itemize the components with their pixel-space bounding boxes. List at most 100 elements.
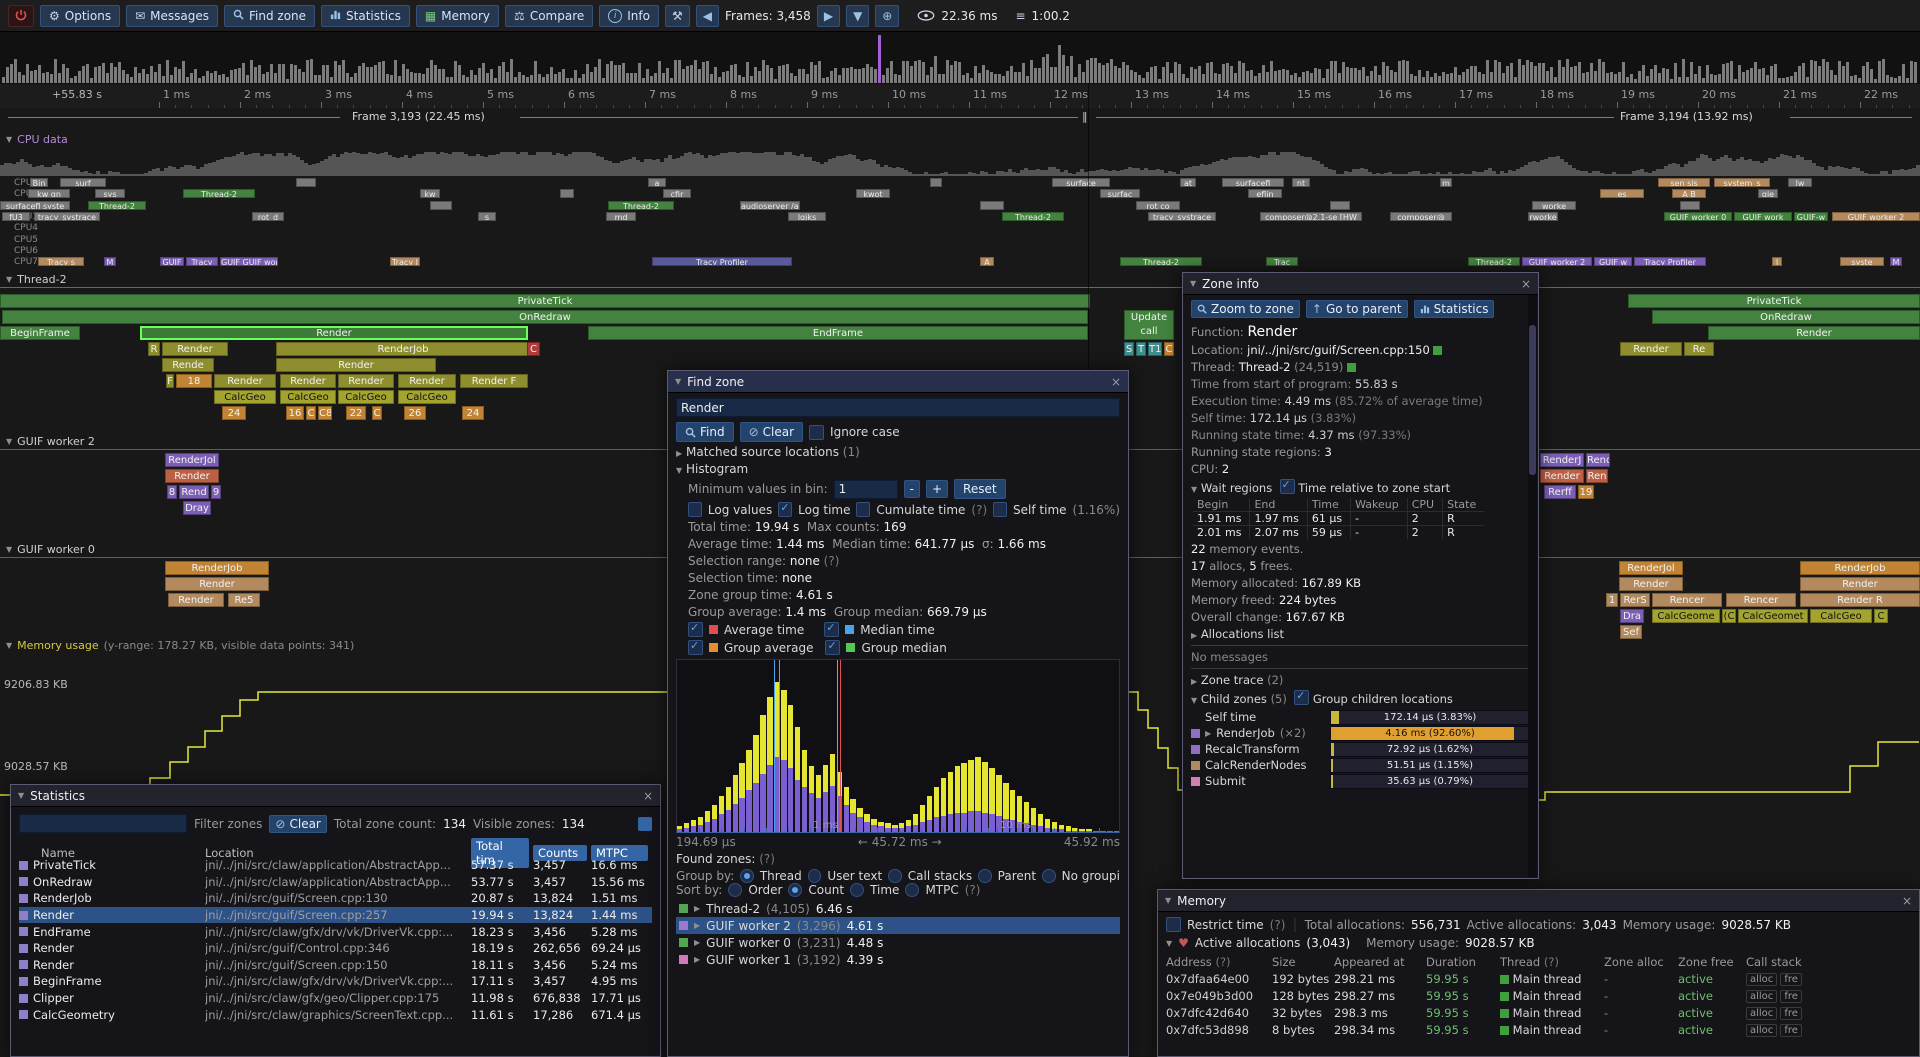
timeline-zone[interactable]: 19 bbox=[1578, 485, 1594, 499]
found-zone-group[interactable]: ▶GUIF worker 1(3,192)4.39 s bbox=[676, 951, 1120, 968]
timeline-zone[interactable]: Update call bbox=[1124, 310, 1174, 340]
memory-allocation-row[interactable]: 0x7dfc42d64032 bytes298.3 ms59.95 s Main… bbox=[1166, 1004, 1911, 1021]
cpu-segment[interactable]: kw gn bbox=[28, 189, 70, 198]
timeline-zone[interactable]: T1 bbox=[1148, 342, 1162, 356]
statistics-row[interactable]: OnRedrawjni/../jni/src/claw/application/… bbox=[19, 874, 652, 891]
cpu-segment[interactable]: rot_d bbox=[252, 212, 284, 221]
cpu-segment[interactable]: Thread-2 bbox=[183, 189, 255, 198]
timeline-zone[interactable]: PrivateTick bbox=[0, 294, 1090, 308]
timeline-zone[interactable]: 26 bbox=[404, 406, 426, 420]
timeline-zone[interactable]: Render bbox=[280, 374, 336, 388]
find-zone-histogram[interactable]: 1 ms10 ms bbox=[676, 659, 1120, 833]
expand-icon[interactable]: ▶ bbox=[676, 449, 682, 458]
timeline-zone[interactable]: F bbox=[166, 374, 174, 388]
timeline-zone[interactable]: CalcGeo bbox=[398, 390, 456, 404]
cpu-segment[interactable]: composer@2.1-se [HW bbox=[1260, 212, 1362, 221]
memory-allocation-row[interactable]: 0x7dfc53d8988 bytes298.34 ms59.95 s Main… bbox=[1166, 1021, 1911, 1038]
statistics-row[interactable]: RenderJobjni/../jni/src/guif/Screen.cpp:… bbox=[19, 890, 652, 907]
cpu-segment[interactable]: system_s bbox=[1714, 178, 1770, 187]
frame-overview-strip[interactable] bbox=[0, 32, 1920, 85]
cpu-segment[interactable]: m bbox=[1440, 178, 1452, 187]
zone-info-titlebar[interactable]: ▼ Zone info × bbox=[1183, 273, 1538, 295]
memory-button[interactable]: ▦Memory bbox=[416, 5, 499, 27]
collapse-icon[interactable]: ▼ bbox=[1191, 485, 1197, 494]
cpu-segment[interactable]: fU3 bbox=[2, 212, 30, 221]
cpu-segment[interactable]: tracy_systrace bbox=[1148, 212, 1216, 221]
timeline-zone[interactable]: RerS bbox=[1620, 593, 1650, 607]
cpu-segment[interactable]: surfacefl bbox=[1222, 178, 1284, 187]
cpu-segment[interactable] bbox=[430, 201, 452, 210]
memory-usage-header[interactable]: ▼ Memory usage (y-range: 178.27 KB, visi… bbox=[6, 639, 354, 652]
power-button[interactable] bbox=[8, 5, 34, 27]
statistics-row[interactable]: Clipperjni/../jni/src/claw/gfx/geo/Clipp… bbox=[19, 990, 652, 1007]
cpu-segment[interactable]: GUIF-w bbox=[1794, 212, 1828, 221]
cpu-segment[interactable]: GUIF w bbox=[1594, 257, 1632, 266]
cpu-segment[interactable]: at bbox=[1180, 178, 1196, 187]
timeline-zone[interactable]: 24 bbox=[462, 406, 484, 420]
timeline-zone[interactable]: OnRedraw bbox=[2, 310, 1088, 324]
collapse-icon[interactable]: ▼ bbox=[6, 437, 12, 446]
group-median-legend-checkbox[interactable] bbox=[825, 640, 840, 655]
relative-time-checkbox[interactable] bbox=[1280, 479, 1295, 494]
cpu-segment[interactable] bbox=[980, 201, 1004, 210]
collapse-icon[interactable]: ▼ bbox=[6, 275, 12, 284]
timeline-zone[interactable]: RenderJ bbox=[1540, 453, 1584, 467]
cpu-segment[interactable]: surf bbox=[60, 178, 106, 187]
timeline-zone[interactable]: C8 bbox=[318, 406, 332, 420]
thread-color-button[interactable] bbox=[1347, 363, 1356, 372]
cpu-segment[interactable]: s bbox=[478, 212, 496, 221]
log-values-checkbox[interactable] bbox=[688, 502, 702, 517]
memory-allocation-row[interactable]: 0x7dfaa64e00192 bytes298.21 ms59.95 s Ma… bbox=[1166, 970, 1911, 987]
memory-column-header[interactable]: Address (?) bbox=[1166, 955, 1272, 969]
cpu-segment[interactable]: Thread-2 bbox=[1120, 257, 1202, 266]
statistics-row[interactable]: EndFramejni/../jni/src/claw/gfx/drv/vk/D… bbox=[19, 923, 652, 940]
memory-column-header[interactable]: Appeared at bbox=[1334, 955, 1426, 969]
timeline-zone[interactable]: Rencer bbox=[1652, 593, 1722, 607]
collapse-icon[interactable]: ▼ bbox=[1190, 279, 1196, 288]
frame-markers-row[interactable]: Frame 3,193 (22.45 ms) ‖ Frame 3,194 (13… bbox=[0, 108, 1920, 127]
cpu-segment[interactable]: eflin bbox=[1248, 189, 1282, 198]
cpu-segment[interactable]: GUIF GUIF wor bbox=[220, 257, 278, 266]
self-time-checkbox[interactable] bbox=[993, 502, 1007, 517]
find-zone-button[interactable]: Find zone bbox=[224, 5, 315, 27]
timeline-zone[interactable]: Ren bbox=[1586, 469, 1608, 483]
cpu-segment[interactable]: composer@ bbox=[1390, 212, 1452, 221]
child-zone-row[interactable]: Submit35.63 μs (0.79%) bbox=[1191, 773, 1530, 789]
statistics-button[interactable]: Statistics bbox=[321, 5, 410, 27]
timeline-zone[interactable]: Render bbox=[165, 577, 269, 591]
timeline-zone[interactable]: Render F bbox=[460, 374, 528, 388]
cpu-segment[interactable]: lw bbox=[1788, 178, 1812, 187]
statistics-row[interactable]: BeginFramejni/../jni/src/claw/gfx/drv/vk… bbox=[19, 973, 652, 990]
avg-legend-checkbox[interactable] bbox=[688, 622, 703, 637]
cpu-segment[interactable] bbox=[296, 178, 316, 187]
alloc-call-stack[interactable]: allocfre bbox=[1746, 1005, 1911, 1020]
timeline-zone[interactable]: RenderJob bbox=[165, 561, 269, 575]
timeline-zone[interactable]: Render bbox=[1708, 326, 1920, 340]
timeline-zone[interactable]: 9 bbox=[211, 485, 221, 499]
timeline-zone[interactable]: EndFrame bbox=[588, 326, 1088, 340]
cpu-segment[interactable]: sys bbox=[95, 189, 125, 198]
timeline-zone[interactable]: C bbox=[372, 406, 382, 420]
timeline-zone[interactable]: Re5 bbox=[228, 593, 260, 607]
sort-by-radio-order[interactable] bbox=[728, 883, 742, 897]
timeline-zone[interactable]: R bbox=[148, 342, 160, 356]
sort-by-radio-count[interactable] bbox=[788, 883, 802, 897]
timeline-zone[interactable]: S bbox=[1124, 342, 1134, 356]
cpu-segment[interactable]: GUIF worker 2 bbox=[1832, 212, 1920, 221]
cpu-segment[interactable]: kwot bbox=[856, 189, 890, 198]
help-icon[interactable]: (?) bbox=[759, 852, 775, 866]
cpu-segment[interactable]: Bin bbox=[30, 178, 48, 187]
goto-frame-button[interactable]: ⊕ bbox=[875, 5, 899, 27]
memory-column-header[interactable]: Size bbox=[1272, 955, 1334, 969]
timeline-zone[interactable]: Rend bbox=[179, 485, 209, 499]
alloc-call-stack[interactable]: allocfre bbox=[1746, 971, 1911, 986]
options-button[interactable]: ⚙Options bbox=[40, 5, 120, 27]
timeline-zone[interactable]: Render bbox=[140, 326, 528, 340]
collapse-icon[interactable]: ▼ bbox=[675, 377, 681, 386]
cpu-data-header[interactable]: ▼CPU data bbox=[6, 133, 68, 146]
memory-column-header[interactable]: Zone alloc bbox=[1604, 955, 1678, 969]
expand-icon[interactable]: ▶ bbox=[694, 938, 700, 947]
timeline-zone[interactable]: Re bbox=[1684, 342, 1714, 356]
alloc-address[interactable]: 0x7e049b3d00 bbox=[1166, 989, 1272, 1003]
cpu-segment[interactable]: rot co bbox=[1136, 201, 1180, 210]
